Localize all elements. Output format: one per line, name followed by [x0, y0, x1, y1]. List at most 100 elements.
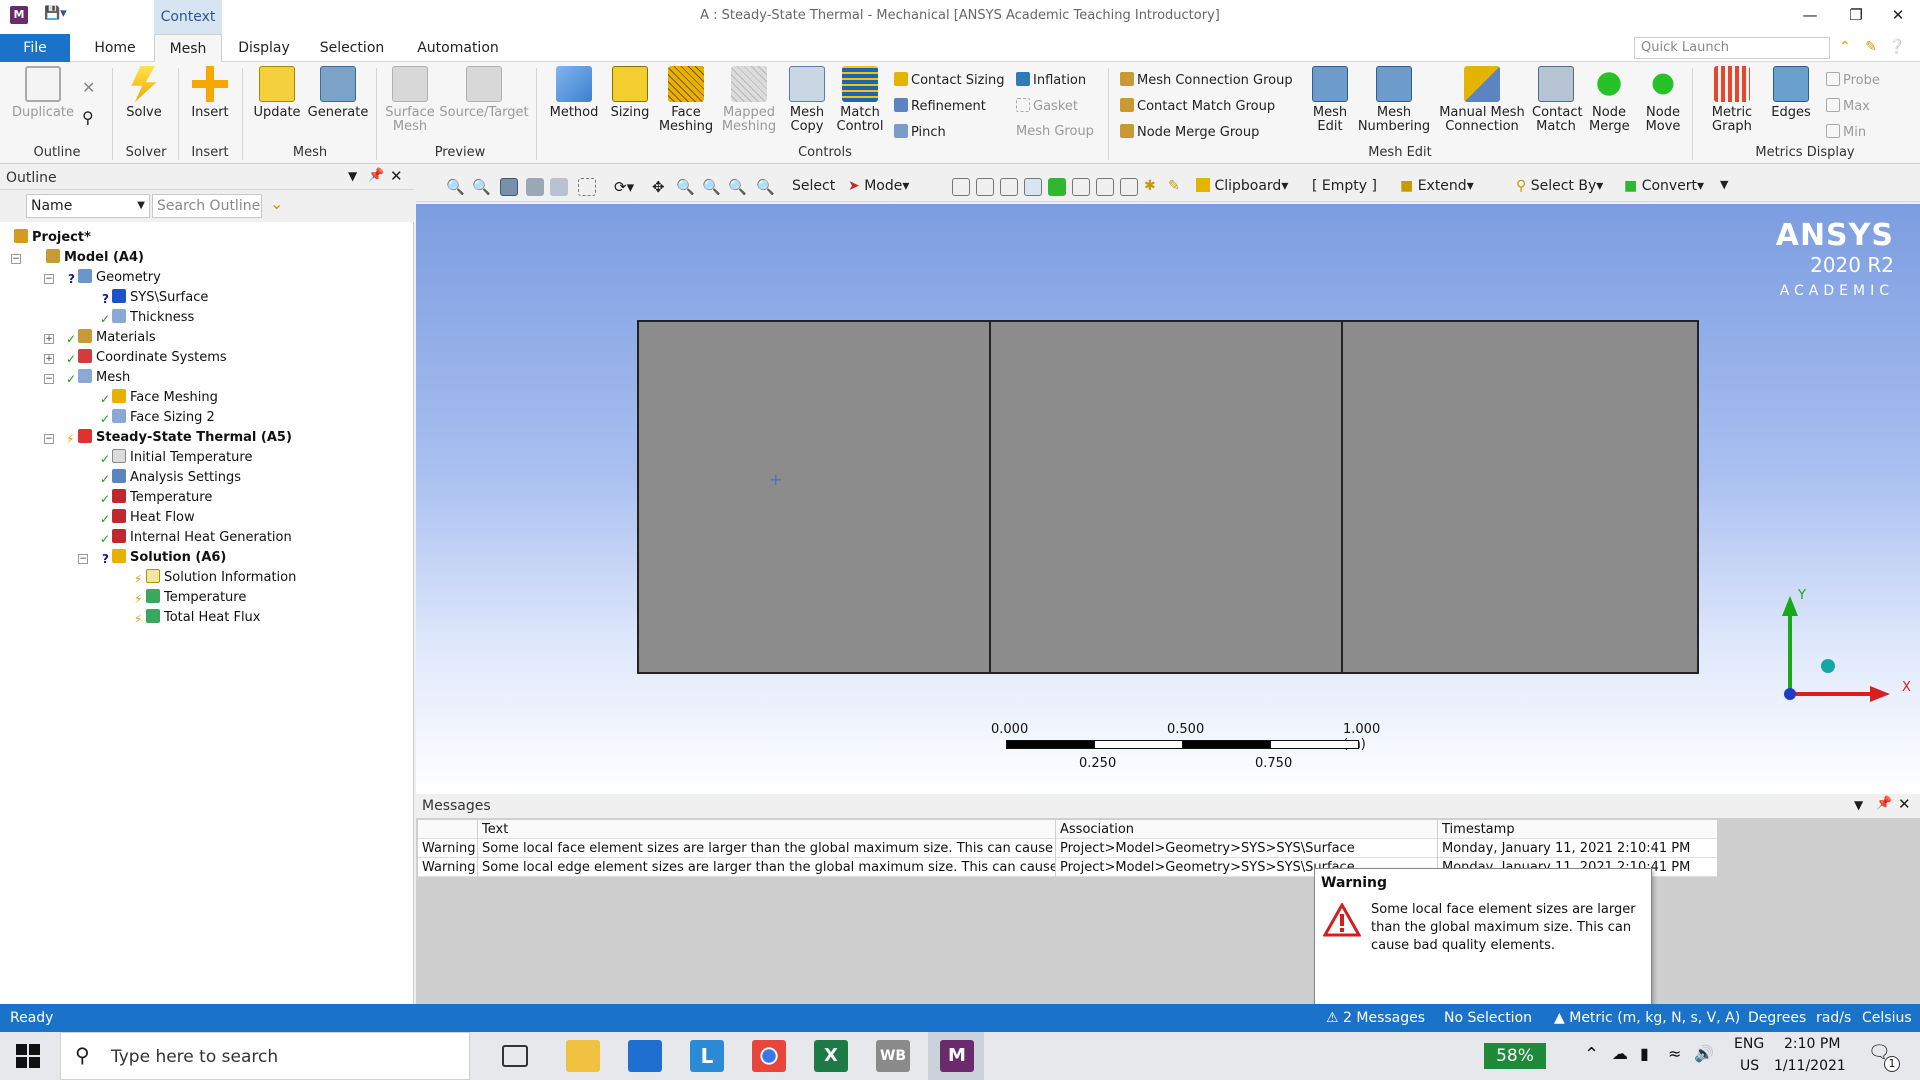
column-header-association[interactable]: Association	[1056, 820, 1438, 839]
max-button[interactable]: Max	[1826, 98, 1870, 114]
wifi-icon[interactable]: ≈	[1668, 1044, 1681, 1063]
help-icon[interactable]: ❔	[1888, 39, 1906, 57]
tree-item-face-meshing[interactable]: Face Meshing	[112, 388, 218, 408]
update-button[interactable]: Update	[248, 66, 306, 120]
face-meshing-button[interactable]: Face Meshing	[656, 66, 716, 134]
axis-triad[interactable]: Y X	[1766, 582, 1916, 712]
min-button[interactable]: Min	[1826, 124, 1866, 140]
duplicate-button[interactable]: Duplicate	[8, 66, 78, 120]
pinch-button[interactable]: Pinch	[894, 124, 946, 140]
tree-item-solution[interactable]: Solution (A6)	[112, 548, 226, 568]
angle-units[interactable]: Degrees	[1748, 1010, 1806, 1026]
tree-item-sys-surface[interactable]: SYS\Surface	[112, 288, 208, 308]
tree-item-steady-state-thermal[interactable]: Steady-State Thermal (A5)	[78, 428, 292, 448]
filter-field-select[interactable]: Name ▼	[26, 194, 150, 218]
mechanical-app-icon[interactable]: M	[940, 1040, 974, 1072]
solve-button[interactable]: Solve	[118, 66, 170, 120]
messages-indicator[interactable]: ⚠ 2 Messages	[1326, 1010, 1425, 1026]
delete-icon[interactable]: ✕	[82, 78, 95, 97]
model-geometry[interactable]: +	[637, 320, 1699, 674]
tab-file[interactable]: File	[0, 34, 70, 62]
box-select-icon[interactable]	[578, 178, 596, 196]
temperature-units[interactable]: Celsius	[1862, 1010, 1912, 1026]
extend-to-adjacent-icon[interactable]: ✱	[1144, 178, 1162, 196]
clipboard-dropdown[interactable]: Clipboard▾	[1196, 178, 1288, 194]
convert-dropdown[interactable]: ■ Convert▾	[1624, 178, 1704, 194]
mesh-group-button[interactable]: Mesh Group	[1016, 124, 1094, 139]
pan-icon[interactable]: ✥	[652, 178, 670, 196]
match-control-button[interactable]: Match Control	[832, 66, 888, 134]
feedback-icon[interactable]: ✎	[1862, 39, 1880, 57]
magnifier-icon[interactable]: 🔍	[756, 178, 775, 196]
mode-dropdown[interactable]: ➤ Mode▾	[848, 178, 909, 194]
mail-icon[interactable]	[628, 1040, 662, 1072]
inflation-button[interactable]: Inflation	[1016, 72, 1086, 88]
gasket-button[interactable]: Gasket	[1016, 98, 1078, 114]
close-icon[interactable]: ✕	[1878, 6, 1918, 24]
collapse-toggle[interactable]: −	[11, 254, 21, 264]
node-merge-button[interactable]: Node Merge	[1586, 66, 1632, 134]
select-body-icon[interactable]	[1024, 178, 1042, 196]
tree-item-temperature[interactable]: Temperature	[112, 488, 212, 508]
view-cube-icon[interactable]	[500, 178, 518, 196]
tree-item-result-temperature[interactable]: Temperature	[146, 588, 246, 608]
chevron-up-icon[interactable]: ⌃	[1836, 39, 1854, 57]
collapse-toggle[interactable]: −	[78, 554, 88, 564]
tree-item-thickness[interactable]: Thickness	[112, 308, 194, 328]
shaded-view-icon[interactable]	[526, 178, 544, 196]
select-element-icon[interactable]	[1096, 178, 1114, 196]
edges-button[interactable]: Edges	[1768, 66, 1814, 120]
column-header-text[interactable]: Text	[478, 820, 1056, 839]
file-explorer-icon[interactable]	[566, 1040, 600, 1072]
chrome-icon[interactable]	[752, 1040, 786, 1072]
graphics-viewport[interactable]: ANSYS 2020 R2 ACADEMIC + 0.000 0.500 1.0…	[416, 204, 1920, 794]
dropdown-icon[interactable]: ▼	[1854, 798, 1863, 812]
search-icon[interactable]: ⚲	[82, 108, 94, 127]
toolbar-overflow-icon[interactable]: ▼	[1720, 178, 1728, 191]
units-selector[interactable]: ▲ Metric (m, kg, N, s, V, A)	[1554, 1010, 1740, 1026]
column-header-timestamp[interactable]: Timestamp	[1438, 820, 1718, 839]
tab-selection[interactable]: Selection	[312, 34, 392, 62]
tab-mesh[interactable]: Mesh	[154, 34, 222, 63]
zoom-in-icon[interactable]: 🔍	[446, 178, 465, 196]
tab-automation[interactable]: Automation	[410, 34, 506, 62]
task-view-icon[interactable]	[502, 1045, 528, 1067]
tree-item-geometry[interactable]: Geometry	[78, 268, 161, 288]
probe-button[interactable]: Probe	[1826, 72, 1880, 88]
insert-button[interactable]: Insert	[184, 66, 236, 120]
display-options-icon[interactable]	[550, 178, 568, 196]
cloud-icon[interactable]: ☁	[1612, 1044, 1628, 1063]
zoom-fit-icon[interactable]: 🔍	[728, 178, 747, 196]
tree-item-mesh[interactable]: Mesh	[78, 368, 130, 388]
select-element-face-icon[interactable]	[1072, 178, 1090, 196]
sizing-button[interactable]: Sizing	[604, 66, 656, 120]
tree-item-coordinate-systems[interactable]: Coordinate Systems	[78, 348, 227, 368]
expand-toggle[interactable]: +	[44, 354, 54, 364]
expand-toggle[interactable]: +	[44, 334, 54, 344]
select-button[interactable]: Select	[792, 178, 835, 194]
search-options-icon[interactable]: ⌄	[270, 194, 283, 213]
extend-dropdown[interactable]: ■ Extend▾	[1400, 178, 1474, 194]
minimize-icon[interactable]: —	[1790, 6, 1830, 24]
restore-icon[interactable]: ❐	[1836, 6, 1876, 24]
mesh-copy-button[interactable]: Mesh Copy	[782, 66, 832, 134]
collapse-toggle[interactable]: −	[44, 374, 54, 384]
select-node-icon[interactable]	[1048, 178, 1066, 196]
zoom-out-icon[interactable]: 🔍	[472, 178, 491, 196]
manual-mesh-connection-button[interactable]: Manual Mesh Connection	[1434, 66, 1530, 134]
contact-sizing-button[interactable]: Contact Sizing	[894, 72, 1005, 88]
collapse-toggle[interactable]: −	[44, 434, 54, 444]
annotation-icon[interactable]: ✎	[1168, 178, 1186, 196]
close-icon[interactable]: ✕	[390, 167, 403, 185]
zoom-box-icon[interactable]: 🔍	[702, 178, 721, 196]
contact-match-button[interactable]: Contact Match	[1530, 66, 1583, 134]
clock-time[interactable]: 2:10 PM	[1784, 1036, 1840, 1052]
tree-item-initial-temperature[interactable]: Initial Temperature	[112, 448, 252, 468]
mesh-connection-group-button[interactable]: Mesh Connection Group	[1120, 72, 1293, 88]
generate-button[interactable]: Generate	[306, 66, 370, 120]
volume-icon[interactable]: 🔊	[1694, 1044, 1714, 1063]
l-app-icon[interactable]: L	[690, 1040, 724, 1072]
taskbar-search-box[interactable]: ⚲ Type here to search	[60, 1032, 470, 1080]
tree-item-model[interactable]: Model (A4)	[46, 248, 144, 268]
mesh-numbering-button[interactable]: Mesh Numbering	[1354, 66, 1434, 134]
